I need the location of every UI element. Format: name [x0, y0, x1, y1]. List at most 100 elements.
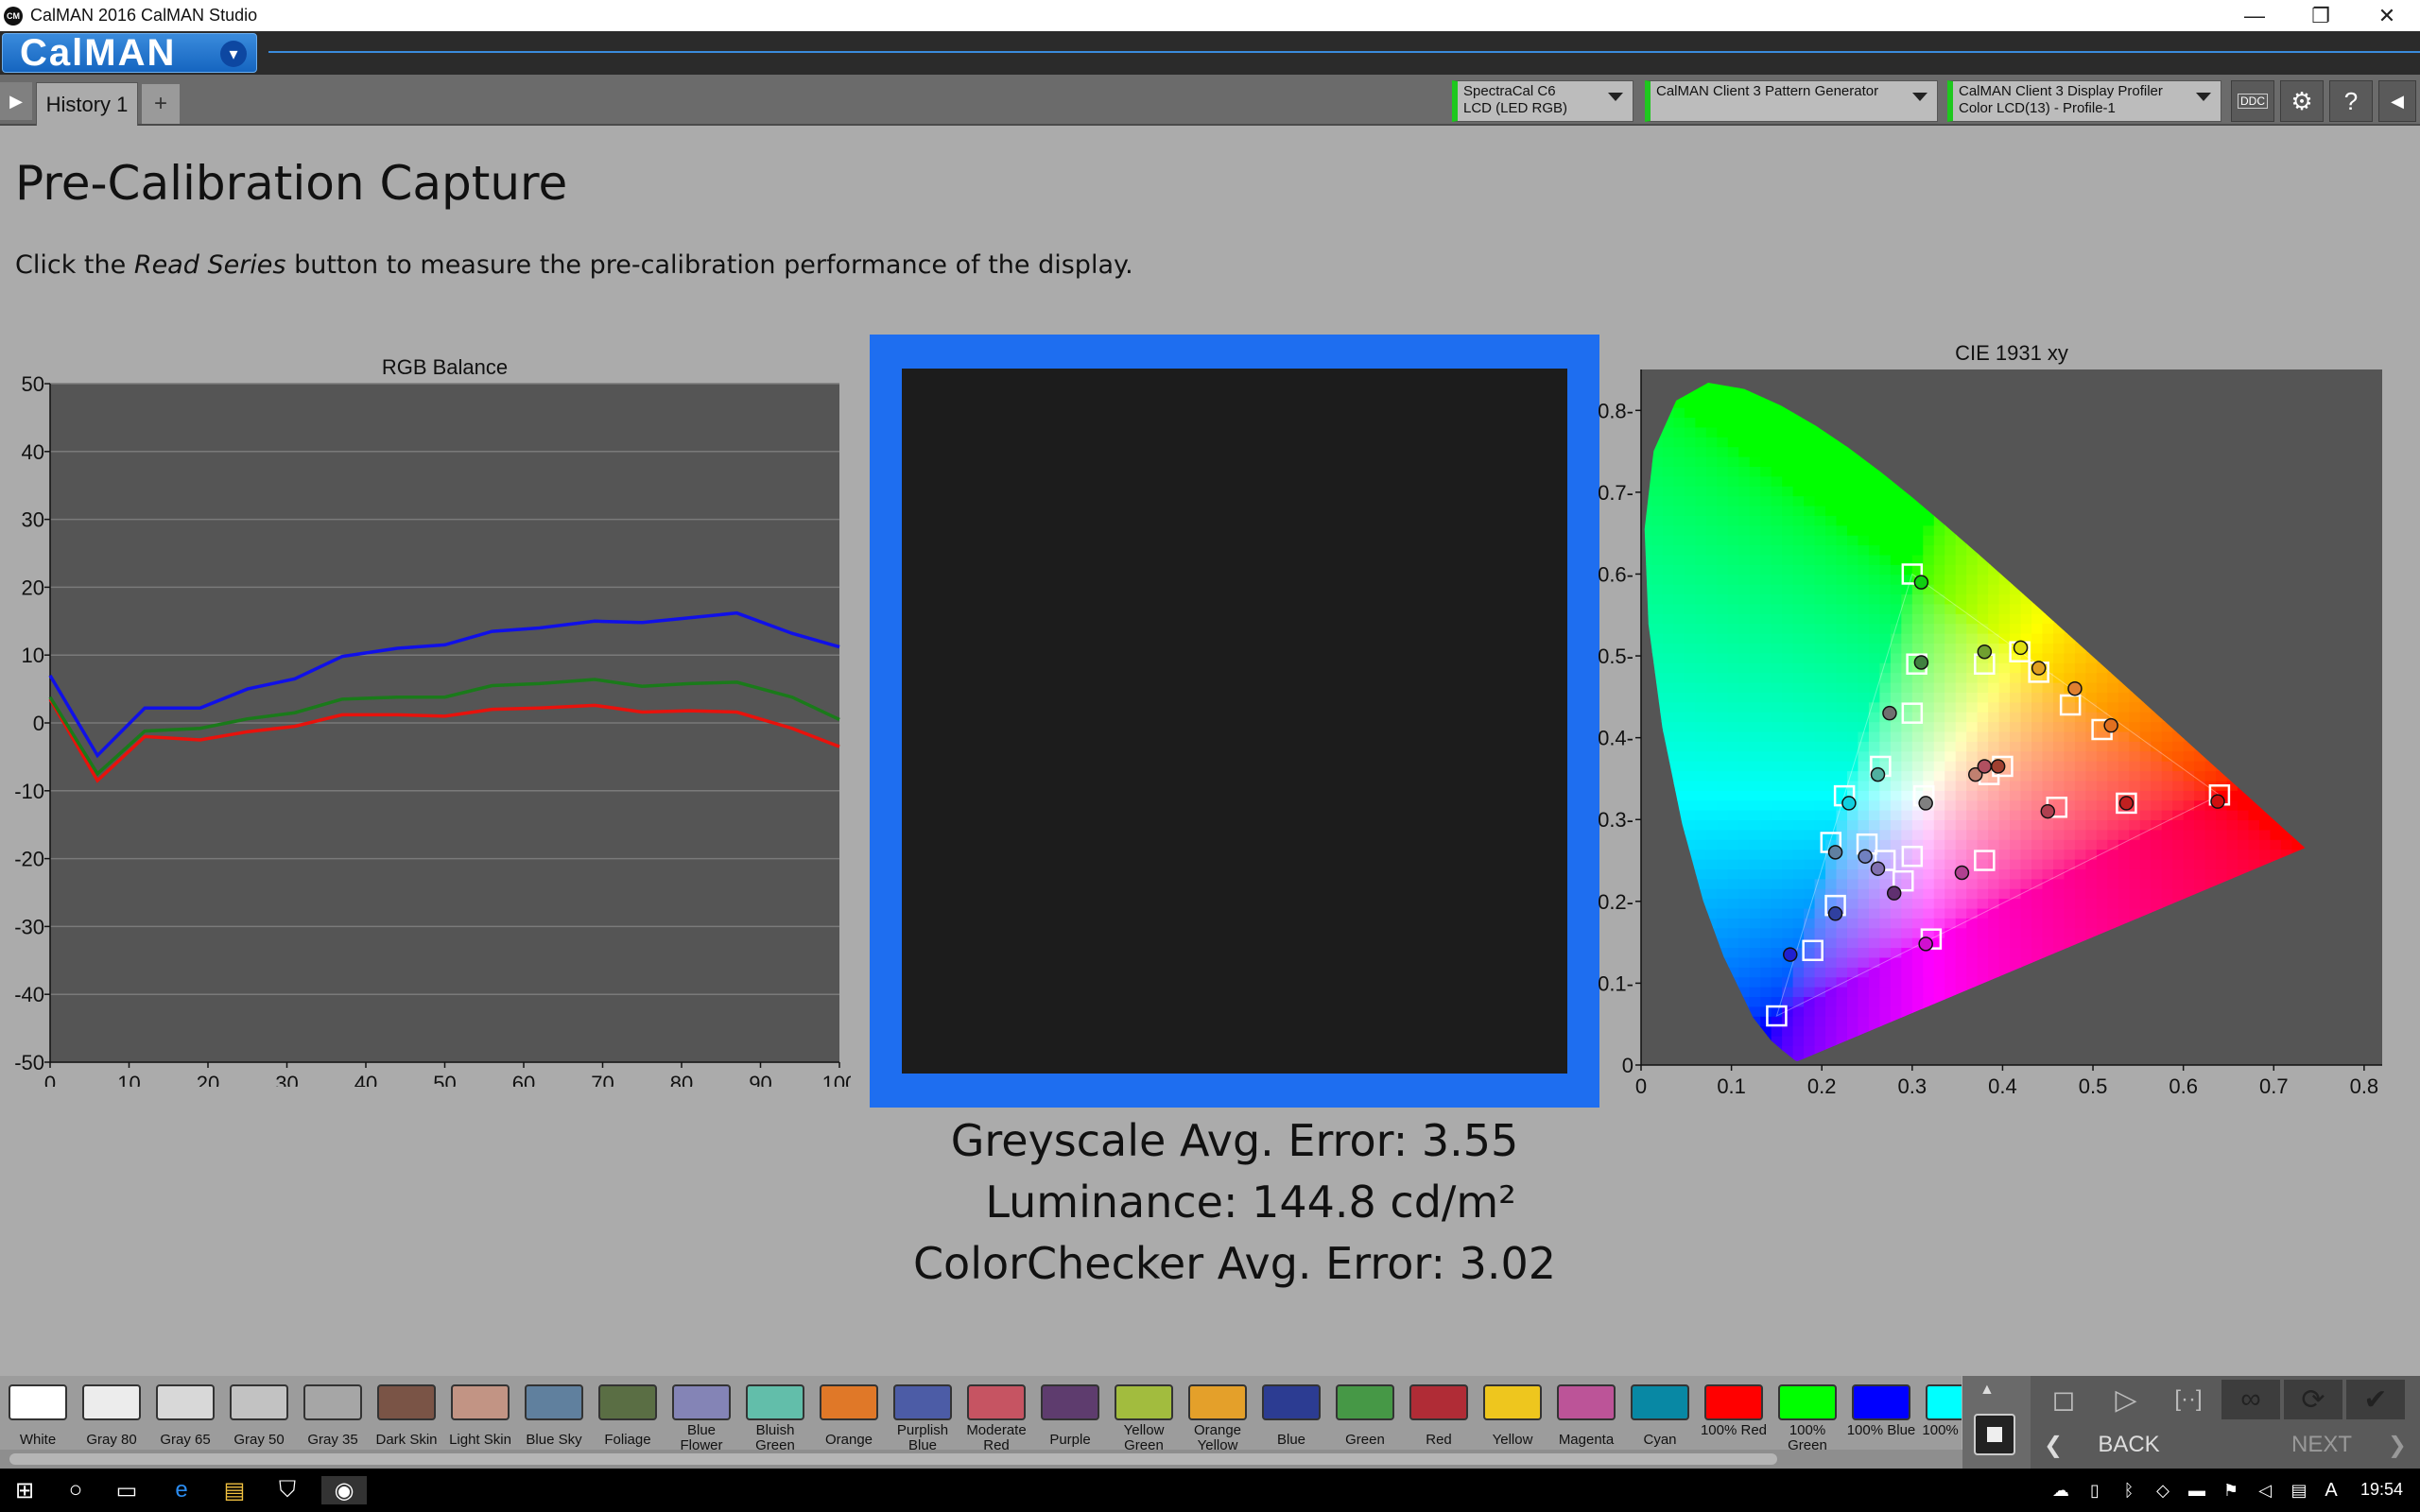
swatch-scrollbar[interactable] [0, 1450, 1962, 1469]
measured-point [1886, 885, 1902, 901]
pattern-generator-selector[interactable]: CalMAN Client 3 Pattern Generator [1645, 80, 1938, 122]
swatch-bluish-green[interactable]: Bluish Green [739, 1376, 811, 1450]
refresh-button[interactable]: ⟳ [2284, 1380, 2342, 1419]
bluetooth-icon[interactable]: ᛒ [2110, 1476, 2148, 1504]
swatch-blue-sky[interactable]: Blue Sky [518, 1376, 590, 1450]
chromaticity-cell [1890, 662, 1903, 674]
chromaticity-cell [1792, 839, 1805, 850]
chromaticity-cell [2020, 849, 2032, 860]
usb-icon[interactable]: ▯ [2076, 1476, 2114, 1504]
next-button[interactable]: NEXT ❯ [2227, 1423, 2416, 1467]
swatch-yellow[interactable]: Yellow [1477, 1376, 1548, 1450]
chromaticity-cell [2064, 760, 2076, 772]
expand-panel-button[interactable]: ▶ [0, 82, 32, 120]
swatch-light-skin[interactable]: Light Skin [444, 1376, 516, 1450]
chromaticity-cell [2161, 868, 2173, 880]
collapse-panel-button[interactable]: ◀ [2378, 80, 2416, 122]
chromaticity-cell [1749, 907, 1762, 919]
calman-menu-button[interactable]: CalMAN ▾ [2, 32, 257, 74]
chromaticity-cell [2096, 681, 2109, 693]
windows-start-icon[interactable]: ⊞ [6, 1476, 43, 1504]
close-button[interactable]: ✕ [2354, 0, 2420, 31]
swatch-gray-65[interactable]: Gray 65 [149, 1376, 221, 1450]
network-icon[interactable]: ◇ [2144, 1476, 2182, 1504]
help-button[interactable]: ? [2329, 80, 2373, 122]
file-explorer-icon[interactable]: ▤ [216, 1476, 253, 1504]
chromaticity-cell [1955, 574, 1967, 585]
task-view-icon[interactable]: ▭ [108, 1476, 146, 1504]
y-tick-label: -30 [14, 915, 44, 938]
swatch-100-cya[interactable]: 100% Cya [1919, 1376, 1962, 1450]
x-tick-label: 0 [44, 1072, 56, 1087]
action-icon[interactable]: ⚑ [2212, 1476, 2250, 1504]
swatch-cyan[interactable]: Cyan [1624, 1376, 1696, 1450]
ddc-button[interactable]: DDC [2231, 80, 2274, 122]
calman-taskbar-icon[interactable]: ◉ [321, 1476, 367, 1504]
chromaticity-cell [2031, 750, 2044, 762]
swatch-orange-yellow[interactable]: Orange Yellow [1182, 1376, 1253, 1450]
read-single-button[interactable]: ◻ [2034, 1380, 2093, 1419]
chromaticity-cell [1651, 544, 1664, 556]
cortana-search-icon[interactable]: ○ [57, 1476, 95, 1504]
chromaticity-cell [1998, 858, 2011, 869]
swatch-100-green[interactable]: 100% Green [1772, 1376, 1843, 1450]
restore-button[interactable]: ❐ [2288, 0, 2354, 31]
swatch-blue-flower[interactable]: Blue Flower [666, 1376, 737, 1450]
chromaticity-cell [1651, 623, 1664, 634]
swatch-gray-35[interactable]: Gray 35 [297, 1376, 369, 1450]
add-tab-button[interactable]: + [142, 84, 180, 124]
swatch-green[interactable]: Green [1329, 1376, 1401, 1450]
swatch-yellow-green[interactable]: Yellow Green [1108, 1376, 1180, 1450]
chromaticity-cell [1749, 662, 1762, 674]
chromaticity-cell [1879, 593, 1892, 605]
swatch-magenta[interactable]: Magenta [1550, 1376, 1622, 1450]
swatch-red[interactable]: Red [1403, 1376, 1475, 1450]
display-selector[interactable]: CalMAN Client 3 Display Profiler Color L… [1947, 80, 2221, 122]
swatch-gray-80[interactable]: Gray 80 [76, 1376, 147, 1450]
swatch-purple[interactable]: Purple [1034, 1376, 1106, 1450]
stop-button[interactable] [1974, 1414, 2015, 1455]
edge-browser-icon[interactable]: e [163, 1476, 200, 1504]
tab-history-1[interactable]: History 1 [36, 82, 138, 126]
swatch-moderate-red[interactable]: Moderate Red [960, 1376, 1032, 1450]
back-button[interactable]: ❮ BACK [2034, 1423, 2223, 1467]
chromaticity-cell [1738, 770, 1751, 782]
swatch-foliage[interactable]: Foliage [592, 1376, 664, 1450]
swatch-100-blue[interactable]: 100% Blue [1845, 1376, 1917, 1450]
chromaticity-cell [1760, 770, 1772, 782]
swatch-white[interactable]: White [2, 1376, 74, 1450]
chromaticity-cell [1998, 701, 2011, 713]
chromaticity-cell [1890, 554, 1903, 565]
volume-icon[interactable]: ◁ [2246, 1476, 2284, 1504]
swatch-dark-skin[interactable]: Dark Skin [371, 1376, 442, 1450]
chromaticity-cell [1717, 878, 1729, 889]
store-icon[interactable]: ⛉ [268, 1476, 306, 1504]
swatch-gray-50[interactable]: Gray 50 [223, 1376, 295, 1450]
chromaticity-cell [1911, 524, 1925, 536]
swatch-100-red[interactable]: 100% Red [1698, 1376, 1770, 1450]
chromaticity-cell [1684, 692, 1697, 703]
chromaticity-cell [2139, 849, 2152, 860]
continuous-loop-button[interactable]: ∞ [2221, 1380, 2280, 1419]
swatch-blue[interactable]: Blue [1255, 1376, 1327, 1450]
settings-button[interactable]: ⚙ [2280, 80, 2324, 122]
chromaticity-cell [2161, 760, 2173, 772]
meter-selector[interactable]: SpectraCal C6 LCD (LED RGB) [1452, 80, 1634, 122]
battery-icon[interactable]: ▬ [2178, 1476, 2216, 1504]
minimize-button[interactable]: — [2221, 0, 2288, 31]
read-series-button[interactable]: [··] [2159, 1380, 2218, 1419]
chromaticity-cell [1760, 446, 1772, 457]
swatch-orange[interactable]: Orange [813, 1376, 885, 1450]
scrollbar-thumb[interactable] [9, 1453, 1777, 1465]
onedrive-icon[interactable]: ☁ [2042, 1476, 2080, 1504]
chromaticity-cell [1836, 593, 1848, 605]
chromaticity-cell [1673, 485, 1685, 497]
read-continuous-button[interactable]: ▷ [2097, 1380, 2155, 1419]
input-method-icon[interactable]: A [2312, 1476, 2350, 1504]
swatch-purplish-blue[interactable]: Purplish Blue [887, 1376, 959, 1450]
chromaticity-cell [1727, 878, 1740, 889]
chromaticity-cell [2074, 829, 2087, 840]
confirm-button[interactable]: ✔ [2346, 1380, 2405, 1419]
chromaticity-cell [1836, 455, 1848, 467]
scroll-up-icon[interactable]: ▲ [1979, 1382, 1995, 1399]
